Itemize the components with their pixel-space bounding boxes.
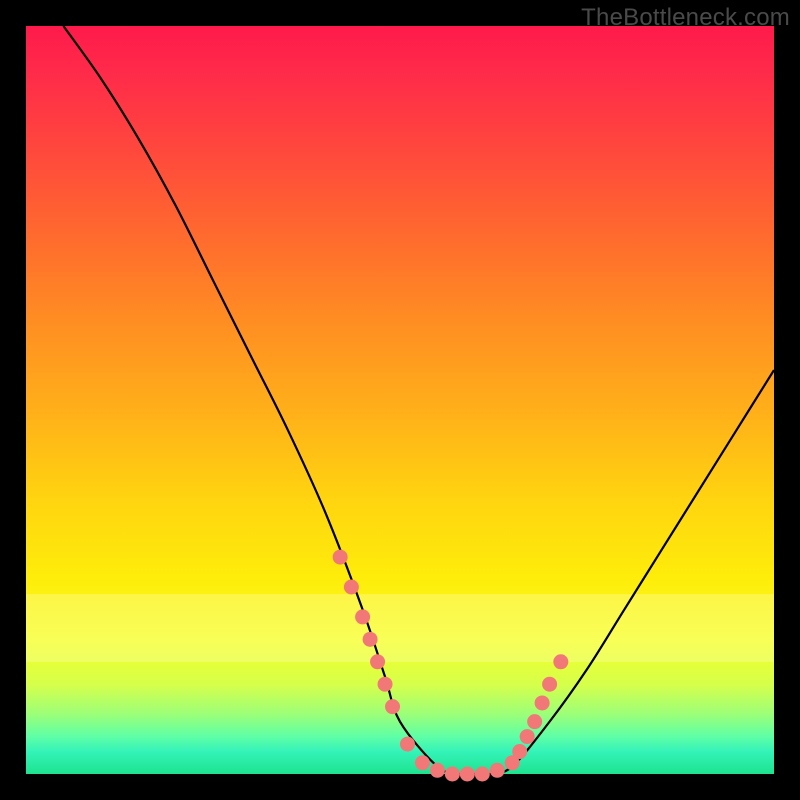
marker-dot bbox=[370, 654, 385, 669]
chart-frame: TheBottleneck.com bbox=[0, 0, 800, 800]
marker-dot bbox=[520, 729, 535, 744]
marker-dot bbox=[363, 632, 378, 647]
marker-dot bbox=[512, 744, 527, 759]
marker-group bbox=[333, 550, 569, 782]
marker-dot bbox=[445, 767, 460, 782]
chart-svg bbox=[26, 26, 774, 774]
marker-dot bbox=[378, 677, 393, 692]
marker-dot bbox=[415, 755, 430, 770]
marker-dot bbox=[385, 699, 400, 714]
marker-dot bbox=[333, 550, 348, 565]
marker-dot bbox=[490, 763, 505, 778]
marker-dot bbox=[553, 654, 568, 669]
marker-dot bbox=[475, 767, 490, 782]
watermark-text: TheBottleneck.com bbox=[581, 4, 790, 32]
marker-dot bbox=[527, 714, 542, 729]
marker-dot bbox=[344, 580, 359, 595]
marker-dot bbox=[355, 609, 370, 624]
marker-dot bbox=[430, 763, 445, 778]
curve-path bbox=[63, 26, 774, 775]
marker-dot bbox=[400, 737, 415, 752]
marker-dot bbox=[460, 767, 475, 782]
marker-dot bbox=[542, 677, 557, 692]
marker-dot bbox=[535, 695, 550, 710]
